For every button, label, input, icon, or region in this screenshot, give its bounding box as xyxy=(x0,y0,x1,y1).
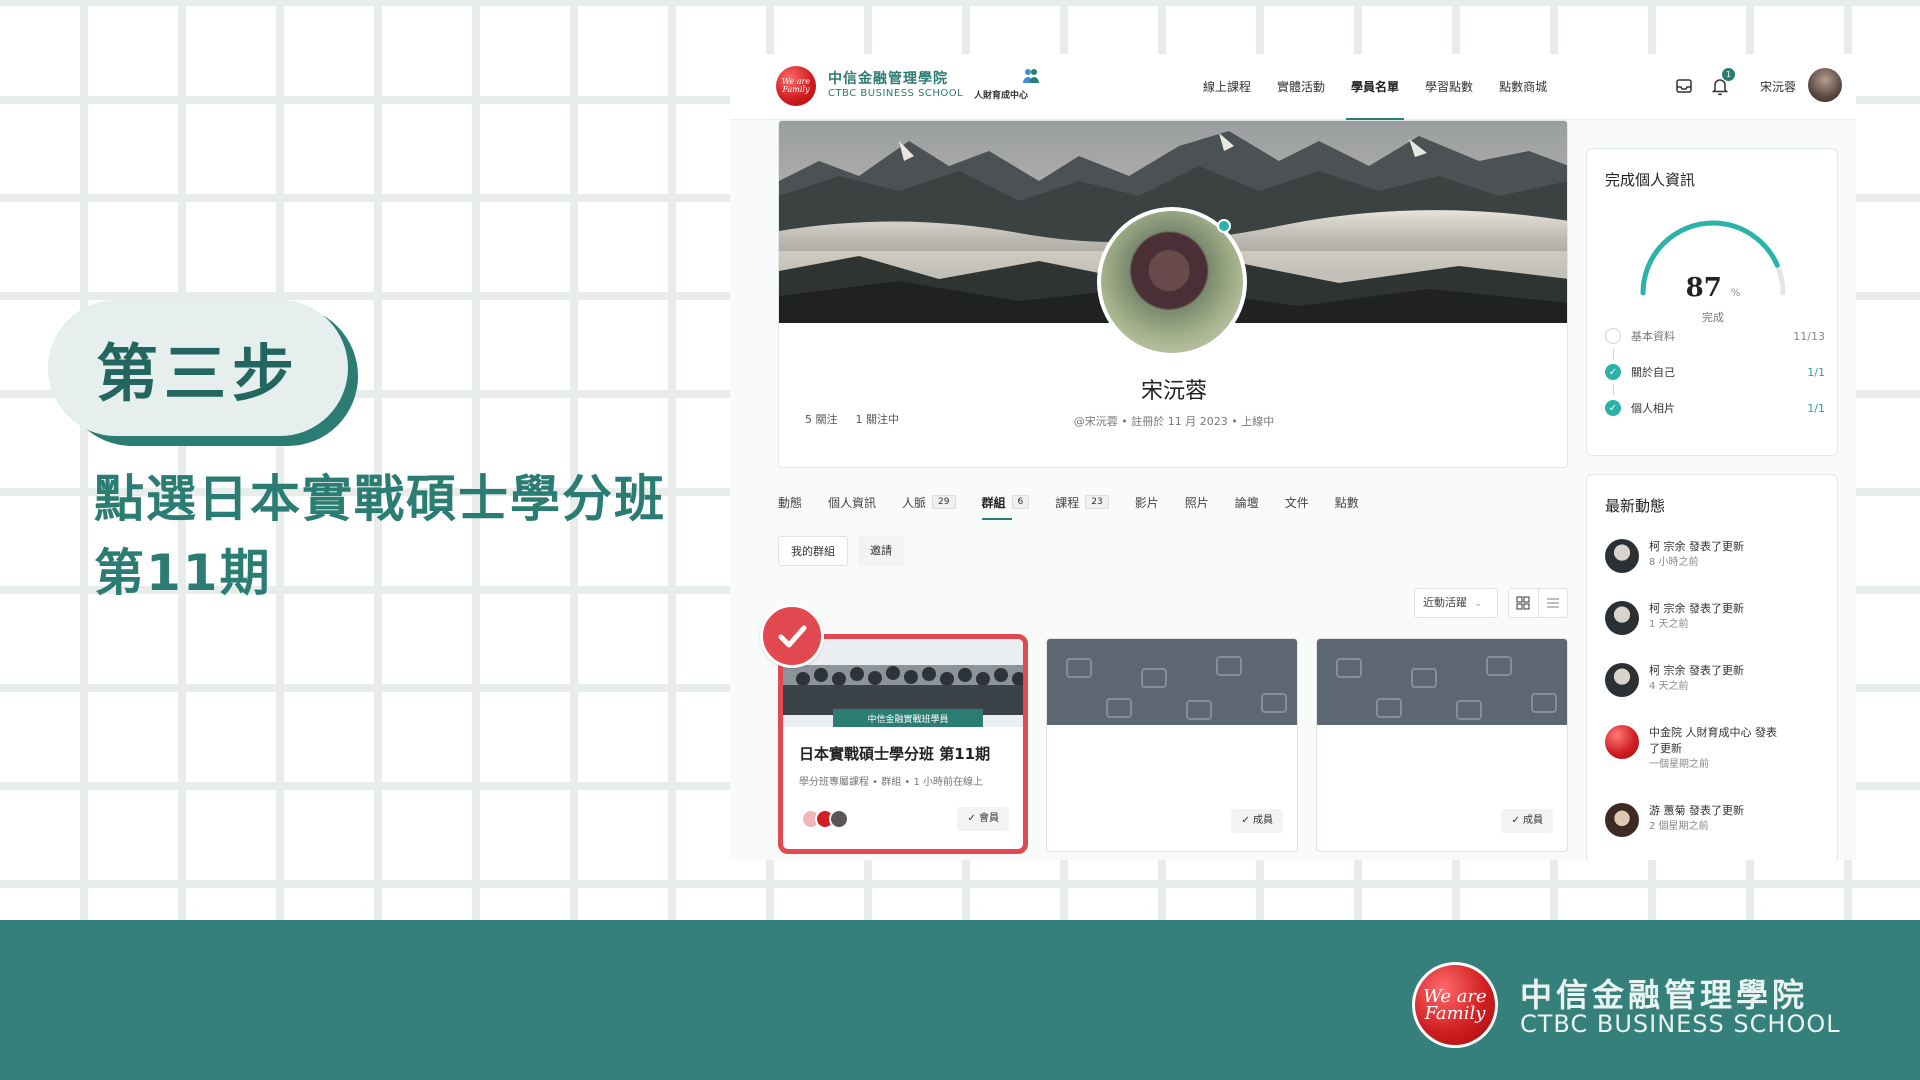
image-placeholder-icon xyxy=(1066,656,1287,720)
completion-percent: 87 % xyxy=(1685,273,1741,303)
completion-item-profile-photo[interactable]: ✓ 個人相片 1/1 xyxy=(1605,397,1825,419)
instruction-line-2: 第11期 xyxy=(94,544,272,602)
group-subtabs: 我的群組 邀請 xyxy=(778,536,904,566)
completion-caption: 完成 xyxy=(1702,311,1724,324)
tab-count-badge: 29 xyxy=(932,495,956,509)
group-meta: 學分班專屬課程 • 群組 • 1 小時前在線上 xyxy=(799,777,984,788)
activity-item[interactable]: 柯 宗余 發表了更新 1 天之前 xyxy=(1605,601,1825,635)
step-instruction: 點選日本實戰碩士學分班 第11期 xyxy=(94,462,734,610)
progress-connector xyxy=(1613,349,1614,359)
check-circle-icon: ✓ xyxy=(1605,400,1621,416)
tab-profile-info[interactable]: 個人資訊 xyxy=(828,484,889,520)
nav-members[interactable]: 學員名單 xyxy=(1338,54,1412,120)
site-sub-unit: 人財育成中心 xyxy=(974,91,1029,101)
completion-title: 完成個人資訊 xyxy=(1605,171,1696,189)
member-status-button[interactable]: ✓ 成員 xyxy=(1231,809,1283,833)
site-logo[interactable]: We are Family xyxy=(776,66,816,106)
completion-item-basic-info[interactable]: 基本資料 11/13 xyxy=(1605,325,1825,347)
profile-name: 宋沅蓉 xyxy=(1140,379,1207,404)
tab-groups[interactable]: 群組 6 xyxy=(981,484,1043,520)
incomplete-circle-icon xyxy=(1605,328,1621,344)
image-placeholder-icon xyxy=(1336,656,1557,720)
subtab-my-groups[interactable]: 我的群組 xyxy=(778,536,848,566)
latest-activity-card: 最新動態 柯 宗余 發表了更新 8 小時之前 柯 宗余 發表了更新 1 天之前 柯 … xyxy=(1586,474,1838,860)
group-placeholder-cover xyxy=(1317,639,1567,725)
footer-school-name-en: CTBC BUSINESS SCHOOL xyxy=(1520,1010,1841,1038)
member-avatar xyxy=(829,809,849,829)
profile-completion-card: 完成個人資訊 87 % 完成 基本資料 11/13 ✓ 關於自己 1/1 ✓ 個… xyxy=(1586,148,1838,456)
inbox-icon[interactable] xyxy=(1674,76,1694,96)
tab-forums[interactable]: 論壇 xyxy=(1235,484,1272,520)
nav-points[interactable]: 學習點數 xyxy=(1412,54,1486,120)
user-name[interactable]: 宋沅蓉 xyxy=(1760,78,1796,95)
profile-tabs: 動態 個人資訊 人脈 29 群組 6 課程 23 影片 照片 論壇 文件 點數 xyxy=(778,484,1385,520)
activity-item[interactable]: 柯 宗余 發表了更新 4 天之前 xyxy=(1605,663,1825,697)
profile-card: 5 關注 1 關注中 宋沅蓉 @宋沅蓉 • 註冊於 11 月 2023 • 上線… xyxy=(778,120,1568,468)
site-name-en: CTBC BUSINESS SCHOOL xyxy=(828,88,964,99)
tab-count-badge: 23 xyxy=(1085,495,1109,509)
activity-item[interactable]: 游 蕙菊 發表了更新 2 個星期之前 xyxy=(1605,803,1825,837)
step-label: 第三步 xyxy=(48,300,348,436)
group-title[interactable]: 日本實戰碩士學分班 第11期 xyxy=(799,743,990,764)
check-circle-icon: ✓ xyxy=(1605,364,1621,380)
progress-connector xyxy=(1613,385,1614,395)
activity-title: 最新動態 xyxy=(1605,497,1666,515)
activity-avatar xyxy=(1605,663,1639,697)
check-icon: ✓ xyxy=(1511,815,1523,826)
people-icon xyxy=(1023,69,1039,83)
website-screenshot: We are Family 中信金融管理學院 CTBC BUSINESS SCH… xyxy=(730,54,1856,860)
subtab-invitations[interactable]: 邀請 xyxy=(858,536,904,566)
nav-online-courses[interactable]: 線上課程 xyxy=(1190,54,1264,120)
view-toggle xyxy=(1508,588,1568,618)
group-card-2[interactable]: ✓ 成員 xyxy=(1046,638,1298,852)
activity-avatar xyxy=(1605,803,1639,837)
group-members xyxy=(801,809,849,829)
check-icon: ✓ xyxy=(1241,815,1253,826)
group-card-3[interactable]: ✓ 成員 xyxy=(1316,638,1568,852)
activity-avatar xyxy=(1605,539,1639,573)
group-placeholder-cover xyxy=(1047,639,1297,725)
activity-item[interactable]: 柯 宗余 發表了更新 8 小時之前 xyxy=(1605,539,1825,573)
completion-item-about-me[interactable]: ✓ 關於自己 1/1 xyxy=(1605,361,1825,383)
activity-item[interactable]: 中金院 人財育成中心 發表了更新 一個星期之前 xyxy=(1605,725,1825,773)
tab-points[interactable]: 點數 xyxy=(1335,484,1372,520)
selected-check-icon xyxy=(760,604,824,668)
tab-courses[interactable]: 課程 23 xyxy=(1055,484,1121,520)
group-banner-text: 中信金融實戰班學員 xyxy=(867,713,948,725)
check-icon: ✓ xyxy=(967,813,979,824)
user-avatar[interactable] xyxy=(1808,68,1842,102)
footer-logo: We are Family xyxy=(1412,962,1498,1048)
member-status-button[interactable]: ✓ 會員 xyxy=(957,807,1009,831)
chevron-down-icon: ⌄ xyxy=(1474,599,1483,609)
tab-connections[interactable]: 人脈 29 xyxy=(902,484,968,520)
site-name-cn: 中信金融管理學院 xyxy=(828,71,948,87)
profile-meta: @宋沅蓉 • 註冊於 11 月 2023 • 上線中 xyxy=(1073,415,1275,428)
sort-select[interactable]: 近動活躍 ⌄ xyxy=(1414,588,1498,618)
tab-photos[interactable]: 照片 xyxy=(1185,484,1222,520)
top-navigation-bar: We are Family 中信金融管理學院 CTBC BUSINESS SCH… xyxy=(730,54,1856,120)
activity-avatar xyxy=(1605,601,1639,635)
nav-points-store[interactable]: 點數商城 xyxy=(1486,54,1560,120)
group-card-japan-masters[interactable]: 中信金融實戰班學員 日本實戰碩士學分班 第11期 學分班專屬課程 • 群組 • … xyxy=(778,634,1028,854)
online-status-dot xyxy=(1217,219,1231,233)
tab-activity[interactable]: 動態 xyxy=(778,484,815,520)
tab-count-badge: 6 xyxy=(1011,495,1030,509)
tab-documents[interactable]: 文件 xyxy=(1285,484,1322,520)
notification-badge: 1 xyxy=(1722,68,1735,81)
tab-videos[interactable]: 影片 xyxy=(1135,484,1172,520)
grid-view-icon[interactable] xyxy=(1509,589,1538,617)
member-status-button[interactable]: ✓ 成員 xyxy=(1501,809,1553,833)
activity-avatar xyxy=(1605,725,1639,759)
nav-events[interactable]: 實體活動 xyxy=(1264,54,1338,120)
main-nav: 線上課程 實體活動 學員名單 學習點數 點數商城 xyxy=(1190,54,1560,120)
list-view-icon[interactable] xyxy=(1537,589,1568,617)
instruction-line-1: 點選日本實戰碩士學分班 xyxy=(94,470,666,528)
